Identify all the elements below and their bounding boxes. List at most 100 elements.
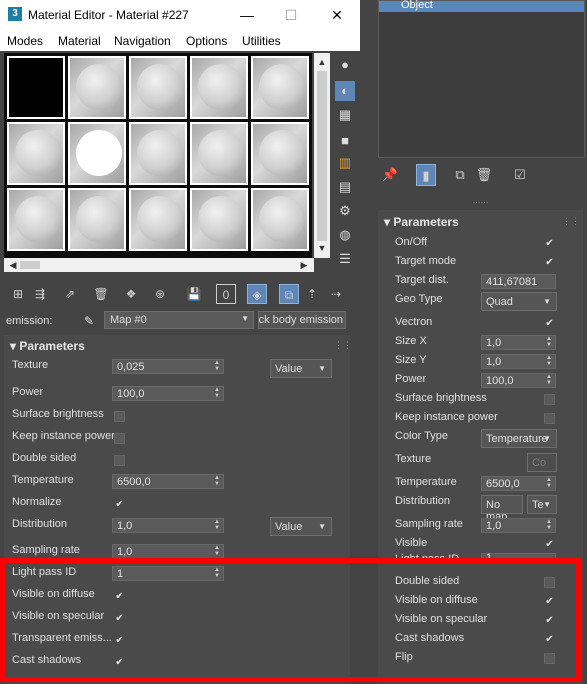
minimize-button[interactable]: — bbox=[232, 4, 262, 26]
material-navigator-icon[interactable]: ☰ bbox=[335, 249, 355, 269]
vectron-checkbox[interactable]: ✔ bbox=[544, 318, 555, 329]
rollout-toggle[interactable]: ▾ Parameters bbox=[10, 339, 85, 353]
geo-type-dropdown[interactable]: Quad ▼ bbox=[481, 292, 557, 311]
sampling-rate-spinner[interactable]: 1,0 ▲ ▼ bbox=[112, 544, 224, 559]
sample-type-icon[interactable]: ● bbox=[335, 55, 355, 75]
rollout-toggle[interactable]: ▾ Parameters bbox=[384, 215, 459, 229]
surface-brightness-checkbox[interactable] bbox=[114, 411, 125, 422]
sample-slot[interactable] bbox=[7, 188, 65, 251]
video-color-check-icon[interactable]: ▥ bbox=[335, 153, 355, 173]
show-end-result-icon[interactable]: ▮ bbox=[416, 164, 436, 186]
surface-brightness-checkbox[interactable] bbox=[544, 394, 555, 405]
sample-slot[interactable] bbox=[190, 56, 248, 119]
make-unique-icon[interactable]: ⧉ bbox=[450, 164, 470, 186]
cast-shadows-checkbox[interactable]: ✔ bbox=[544, 634, 555, 645]
visible-on-diffuse-checkbox[interactable]: ✔ bbox=[544, 596, 555, 607]
visible-checkbox[interactable]: ✔ bbox=[544, 539, 555, 550]
power-spinner[interactable]: 100,0 ▲ ▼ bbox=[112, 386, 224, 401]
assign-to-selection-icon[interactable]: ⇗ bbox=[60, 284, 80, 304]
delete-icon[interactable]: 🗑 bbox=[91, 284, 111, 304]
texture-mode-dropdown[interactable]: Value ▼ bbox=[270, 359, 332, 378]
visible-on-specular-checkbox[interactable]: ✔ bbox=[544, 615, 555, 626]
sample-slot[interactable] bbox=[7, 122, 65, 185]
map-selector[interactable]: Map #0 ▼ bbox=[104, 311, 254, 329]
put-to-library-icon[interactable]: ⊛ bbox=[150, 284, 170, 304]
power-spinner[interactable]: 100,0 ▲ ▼ bbox=[481, 373, 556, 388]
cast-shadows-checkbox[interactable]: ✔ bbox=[114, 657, 125, 668]
backlight-icon[interactable]: ◐ bbox=[335, 81, 355, 101]
select-by-material-icon[interactable]: ◍ bbox=[335, 225, 355, 245]
sample-slot-active[interactable] bbox=[68, 122, 126, 185]
panel-divider[interactable]: ⋯⋯ bbox=[378, 199, 583, 207]
pin-stack-icon[interactable]: 📌 bbox=[380, 164, 400, 186]
sample-slot[interactable] bbox=[251, 188, 309, 251]
show-end-result-icon[interactable]: ⧉ bbox=[279, 284, 299, 304]
size-x-spinner[interactable]: 1,0 ▲ ▼ bbox=[481, 335, 556, 350]
show-shaded-material-icon[interactable]: ◈ bbox=[247, 284, 267, 304]
normalize-checkbox[interactable]: ✔ bbox=[114, 499, 125, 510]
close-button[interactable]: ✕ bbox=[322, 4, 352, 26]
scroll-thumb[interactable] bbox=[20, 261, 40, 269]
sample-slot[interactable] bbox=[251, 122, 309, 185]
sampling-rate-spinner[interactable]: 1,0 ▲ ▼ bbox=[481, 518, 556, 533]
sample-slot[interactable] bbox=[129, 188, 187, 251]
sample-slot[interactable] bbox=[68, 56, 126, 119]
on-off-checkbox[interactable]: ✔ bbox=[544, 238, 555, 249]
color-type-dropdown[interactable]: Temperature ▼ bbox=[481, 429, 557, 448]
go-forward-sibling-icon[interactable]: ⇢ bbox=[326, 284, 346, 304]
make-unique-icon[interactable]: ❖ bbox=[121, 284, 141, 304]
remove-modifier-icon[interactable]: 🗑 bbox=[474, 164, 494, 186]
slots-horizontal-scrollbar[interactable]: ◀ ▶ bbox=[4, 258, 314, 272]
menu-modes[interactable]: Modes bbox=[7, 34, 43, 48]
menu-utilities[interactable]: Utilities bbox=[242, 34, 281, 48]
slots-vertical-scrollbar[interactable]: ▲ ▼ bbox=[314, 53, 330, 258]
temperature-spinner[interactable]: 6500,0 ▲ ▼ bbox=[481, 476, 556, 491]
texture-dropdown[interactable]: Co bbox=[527, 453, 557, 472]
visible-on-specular-checkbox[interactable]: ✔ bbox=[114, 613, 125, 624]
put-to-scene-icon[interactable]: ⇶ bbox=[30, 284, 50, 304]
flip-checkbox[interactable] bbox=[544, 653, 555, 664]
material-name-field[interactable]: lack body emission bbox=[258, 311, 346, 329]
eyedropper-icon[interactable]: ✎ bbox=[80, 312, 98, 330]
modifier-stack[interactable]: Object bbox=[378, 0, 585, 158]
scroll-down-icon[interactable]: ▼ bbox=[315, 241, 329, 255]
scroll-left-icon[interactable]: ◀ bbox=[6, 258, 20, 272]
menu-navigation[interactable]: Navigation bbox=[114, 34, 171, 48]
distribution-mode-dropdown[interactable]: Value ▼ bbox=[270, 517, 332, 536]
light-pass-id-spinner[interactable]: 1 ▲ ▼ bbox=[112, 566, 224, 581]
keep-instance-power-checkbox[interactable] bbox=[114, 433, 125, 444]
menu-options[interactable]: Options bbox=[186, 34, 227, 48]
sample-slot[interactable] bbox=[190, 122, 248, 185]
visible-on-diffuse-checkbox[interactable]: ✔ bbox=[114, 591, 125, 602]
sample-slot[interactable] bbox=[190, 188, 248, 251]
sample-slot[interactable] bbox=[7, 56, 65, 119]
sample-uv-tiling-icon[interactable]: ■ bbox=[335, 131, 355, 151]
size-y-spinner[interactable]: 1,0 ▲ ▼ bbox=[481, 354, 556, 369]
background-checker-icon[interactable]: ▦ bbox=[335, 105, 355, 125]
maximize-button[interactable]: ☐ bbox=[276, 4, 306, 26]
sample-slot[interactable] bbox=[251, 56, 309, 119]
scroll-up-icon[interactable]: ▲ bbox=[315, 55, 329, 69]
make-preview-icon[interactable]: ▤ bbox=[335, 177, 355, 197]
configure-modifier-sets-icon[interactable]: ☑ bbox=[510, 164, 530, 186]
texture-spinner[interactable]: 0,025 ▲ ▼ bbox=[112, 359, 224, 374]
target-mode-checkbox[interactable]: ✔ bbox=[544, 257, 555, 268]
light-pass-id-spinner[interactable]: 1 bbox=[481, 552, 556, 564]
stack-item-selected[interactable]: Object bbox=[379, 0, 584, 12]
get-material-icon[interactable]: ⊞ bbox=[8, 284, 28, 304]
sample-slot[interactable] bbox=[129, 56, 187, 119]
temperature-spinner[interactable]: 6500,0 ▲ ▼ bbox=[112, 474, 224, 489]
distribution-mode-dropdown[interactable]: Te ▼ bbox=[527, 495, 557, 514]
sample-slot[interactable] bbox=[129, 122, 187, 185]
keep-instance-power-checkbox[interactable] bbox=[544, 413, 555, 424]
distribution-spinner[interactable]: 1,0 ▲ ▼ bbox=[112, 518, 224, 533]
double-sided-checkbox[interactable] bbox=[114, 455, 125, 466]
transparent-emission-checkbox[interactable]: ✔ bbox=[114, 635, 125, 646]
distribution-map-button[interactable]: No map bbox=[481, 495, 523, 523]
scroll-right-icon[interactable]: ▶ bbox=[297, 258, 311, 272]
sample-slot[interactable] bbox=[68, 188, 126, 251]
double-sided-checkbox[interactable] bbox=[544, 577, 555, 588]
target-dist-spinner[interactable]: 411,67081 bbox=[481, 274, 556, 289]
material-id-channel-icon[interactable]: 0 bbox=[216, 284, 236, 304]
save-to-library-icon[interactable]: 💾 bbox=[184, 284, 204, 304]
